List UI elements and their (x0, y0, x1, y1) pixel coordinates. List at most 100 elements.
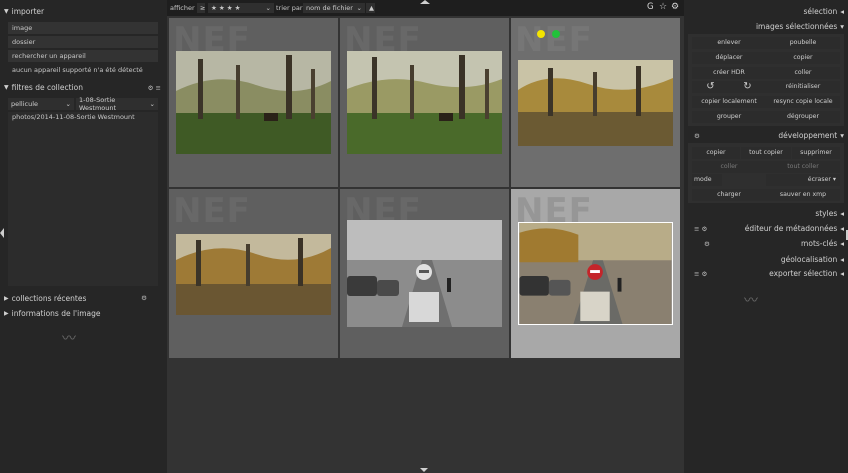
list-item-label: photos/2014-11-08-Sortie Westmount (12, 113, 135, 121)
selection-title: sélection (803, 7, 838, 16)
ungroup-button[interactable]: dégrouper (766, 111, 840, 123)
left-panel: ▼ importer image dossier rechercher un a… (0, 0, 167, 473)
trash-button[interactable]: poubelle (766, 37, 840, 49)
ornament-icon: 〰 (62, 331, 76, 347)
reset-button[interactable]: réinitialiser (766, 81, 840, 93)
remove-button[interactable]: enlever (692, 37, 766, 49)
write-sidecar-button[interactable]: sauver en xmp (766, 189, 840, 201)
collapse-arrow-icon: ◂ (840, 209, 844, 218)
paste-mode-select[interactable]: écraser ▾ (766, 174, 840, 186)
collection-list: photos/2014-11-08-Sortie Westmount (8, 112, 158, 286)
top-filter-bar: afficher ≥ ★ ★ ★ ★ ⌄ trier par nom de fi… (167, 0, 684, 16)
selection-header[interactable]: sélection ◂ (804, 7, 844, 16)
rating-filter-select[interactable]: ★ ★ ★ ★ ⌄ (208, 3, 274, 13)
styles-header[interactable]: styles ◂ (815, 209, 844, 218)
presets-icon[interactable]: ≡ ⚙ (694, 225, 707, 233)
file-type-watermark: NEF (515, 20, 593, 60)
expand-arrow-icon: ▶ (4, 294, 9, 302)
expand-arrow-icon: ▶ (4, 309, 9, 317)
reset-icon[interactable]: ⚙ (141, 294, 147, 302)
file-type-watermark: NEF (173, 191, 251, 231)
lighttable-grid: NEF NEF NEF NEF NEF NEF (167, 16, 684, 473)
color-label-yellow-icon[interactable] (537, 30, 545, 38)
history-copy-button[interactable]: copier (692, 147, 740, 159)
collection-property-value: pellicule (11, 100, 39, 108)
expand-arrow-icon: ▾ (840, 131, 844, 140)
presets-icon[interactable]: ≡ ⚙ (694, 270, 707, 278)
copy-button[interactable]: copier (766, 52, 840, 64)
sort-label: trier par (276, 4, 303, 12)
color-label-green-icon[interactable] (552, 30, 560, 38)
paste-mode-label: mode (692, 174, 722, 186)
thumbnail[interactable]: NEF (169, 189, 338, 358)
collection-value-text: 1-08-Sortie Westmount (79, 96, 117, 112)
selected-images-header[interactable]: images sélectionnées ▾ (756, 22, 844, 31)
collapse-top-panel-icon[interactable] (420, 0, 430, 4)
thumbnail-image (176, 51, 331, 154)
reset-icon[interactable]: ⚙ (694, 132, 700, 140)
copy-locally-button[interactable]: copier localement (692, 96, 766, 108)
history-paste-all-button[interactable]: tout coller (766, 161, 840, 173)
load-sidecar-button[interactable]: charger (692, 189, 766, 201)
right-panel: sélection ◂ images sélectionnées ▾ enlev… (684, 0, 848, 473)
gear-icon[interactable]: ⚙ (671, 2, 679, 12)
show-label: afficher (170, 4, 195, 12)
sort-direction-icon[interactable]: ▲ (366, 3, 375, 13)
rotate-left-icon[interactable]: ↺ (692, 81, 729, 93)
collection-header-icons: ⚙ ≡ (148, 84, 161, 92)
export-header[interactable]: exporter sélection ◂ (769, 269, 844, 278)
rating-comparator-select[interactable]: ≥ (197, 3, 205, 13)
thumbnail[interactable]: NEF (169, 18, 338, 187)
create-hdr-button[interactable]: créer HDR (692, 67, 766, 79)
chevron-down-icon: ▾ (832, 176, 836, 183)
tags-title: mots-clés (801, 239, 838, 248)
list-item[interactable]: photos/2014-11-08-Sortie Westmount (8, 112, 158, 122)
import-folder-label: dossier (12, 38, 36, 46)
history-discard-button[interactable]: supprimer (792, 147, 840, 159)
import-folder-button[interactable]: dossier (8, 36, 158, 48)
geolocation-header[interactable]: géolocalisation ◂ (781, 255, 844, 264)
collapse-bottom-panel-icon[interactable] (420, 468, 428, 472)
history-copy-all-button[interactable]: tout copier (741, 147, 791, 159)
scan-devices-button[interactable]: rechercher un appareil (8, 50, 158, 62)
collection-filters-header[interactable]: ▼ filtres de collection (4, 81, 163, 93)
chevron-down-icon: ⌄ (356, 4, 362, 12)
metadata-editor-header[interactable]: éditeur de métadonnées ◂ (745, 224, 844, 233)
collapse-left-panel-icon[interactable] (0, 228, 4, 238)
collection-value-select[interactable]: 1-08-Sortie Westmount ⌄ (76, 96, 158, 112)
thumbnail[interactable]: NEF (511, 18, 680, 187)
no-device-text: aucun appareil supporté n'a été détecté (12, 66, 143, 74)
development-title: développement (778, 131, 838, 140)
recent-collections-title: collections récentes (11, 293, 87, 303)
import-image-button[interactable]: image (8, 22, 158, 34)
collapse-arrow-icon: ▼ (4, 7, 9, 15)
presets-icon[interactable]: ≡ (156, 84, 161, 92)
thumbnail[interactable]: NEF (340, 189, 509, 358)
reset-icon[interactable]: ⚙ (148, 84, 154, 92)
grouping-icon[interactable]: G (647, 2, 654, 12)
paste-mode-value: écraser (807, 176, 831, 183)
thumbnail-image (176, 234, 331, 315)
resync-local-copy-button[interactable]: resync copie locale (766, 96, 840, 108)
importer-header[interactable]: ▼ importer (4, 5, 163, 17)
history-paste-button[interactable]: coller (692, 161, 766, 173)
star-icon[interactable]: ☆ (659, 2, 667, 12)
development-header[interactable]: développement ▾ (778, 131, 844, 140)
reset-icon[interactable]: ⚙ (704, 240, 710, 248)
chevron-down-icon: ⌄ (265, 4, 271, 12)
ornament-icon: 〰 (744, 293, 758, 309)
sort-select[interactable]: nom de fichier ⌄ (303, 3, 365, 13)
tags-header[interactable]: mots-clés ◂ (801, 239, 844, 248)
recent-collections-header[interactable]: ▶ collections récentes (4, 292, 163, 304)
collection-property-select[interactable]: pellicule ⌄ (8, 98, 74, 110)
image-info-header[interactable]: ▶ informations de l'image (4, 307, 163, 319)
importer-title: importer (11, 6, 45, 16)
thumbnail[interactable]: NEF (340, 18, 509, 187)
paste-button[interactable]: coller (766, 67, 840, 79)
rotate-right-icon[interactable]: ↻ (729, 81, 766, 93)
collection-filters-title: filtres de collection (11, 82, 83, 92)
thumbnail[interactable]: NEF (511, 189, 680, 358)
thumbnail-image (518, 60, 673, 146)
group-button[interactable]: grouper (692, 111, 766, 123)
move-button[interactable]: déplacer (692, 52, 766, 64)
